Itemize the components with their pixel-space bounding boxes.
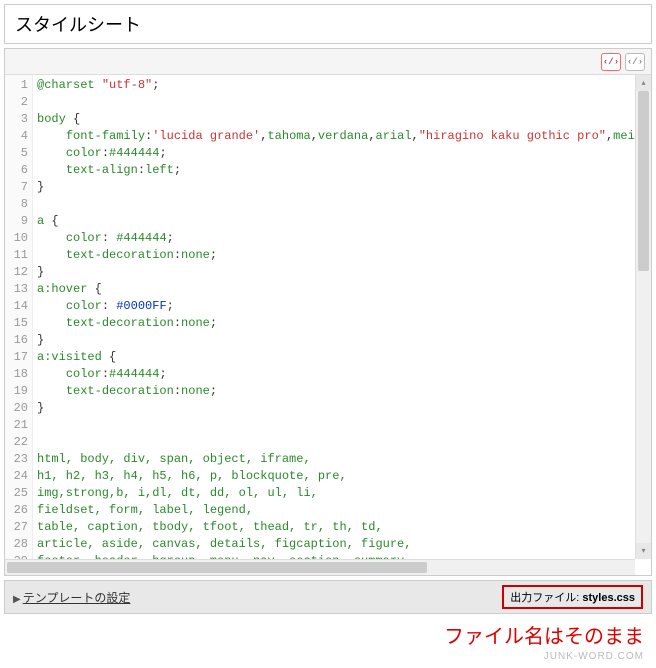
code-line[interactable]: fieldset, form, label, legend, xyxy=(37,502,647,519)
line-number: 18 xyxy=(5,366,28,383)
code-line[interactable] xyxy=(37,196,647,213)
code-body[interactable]: @charset "utf-8"; body { font-family:'lu… xyxy=(33,75,651,575)
code-line[interactable]: h1, h2, h3, h4, h5, h6, p, blockquote, p… xyxy=(37,468,647,485)
template-settings-link[interactable]: ▶テンプレートの設定 xyxy=(13,589,130,606)
code-line[interactable]: table, caption, tbody, tfoot, thead, tr,… xyxy=(37,519,647,536)
line-number: 5 xyxy=(5,145,28,162)
template-settings-anchor[interactable]: テンプレートの設定 xyxy=(23,591,131,605)
line-number: 1 xyxy=(5,77,28,94)
line-number: 22 xyxy=(5,434,28,451)
code-line[interactable]: text-decoration:none; xyxy=(37,383,647,400)
editor-toolbar: ‹/› ‹/› xyxy=(5,49,651,75)
code-line[interactable]: @charset "utf-8"; xyxy=(37,77,647,94)
code-line[interactable]: color: #0000FF; xyxy=(37,298,647,315)
code-line[interactable]: a:hover { xyxy=(37,281,647,298)
line-number: 6 xyxy=(5,162,28,179)
code-line[interactable]: text-decoration:none; xyxy=(37,247,647,264)
scroll-thumb-v[interactable] xyxy=(638,91,649,271)
output-file-box: 出力ファイル: styles.css xyxy=(502,585,643,609)
line-number: 11 xyxy=(5,247,28,264)
code-editor[interactable]: 1234567891011121314151617181920212223242… xyxy=(5,75,651,575)
annotation-text: ファイル名はそのまま xyxy=(0,618,656,651)
scroll-down-icon[interactable]: ▾ xyxy=(636,543,651,559)
line-number: 23 xyxy=(5,451,28,468)
line-number: 16 xyxy=(5,332,28,349)
code-line[interactable] xyxy=(37,417,647,434)
code-line[interactable] xyxy=(37,434,647,451)
code-line[interactable]: } xyxy=(37,400,647,417)
page-title: スタイルシート xyxy=(4,4,652,44)
line-number: 4 xyxy=(5,128,28,145)
code-line[interactable]: img,strong,b, i,dl, dt, dd, ol, ul, li, xyxy=(37,485,647,502)
code-line[interactable]: article, aside, canvas, details, figcapt… xyxy=(37,536,647,553)
scroll-up-icon[interactable]: ▴ xyxy=(636,75,651,91)
line-number: 7 xyxy=(5,179,28,196)
line-number-gutter: 1234567891011121314151617181920212223242… xyxy=(5,75,33,575)
code-line[interactable]: a:visited { xyxy=(37,349,647,366)
chevron-right-icon: ▶ xyxy=(13,594,21,605)
line-number: 10 xyxy=(5,230,28,247)
code-line[interactable]: } xyxy=(37,179,647,196)
code-line[interactable] xyxy=(37,94,647,111)
code-view-button-active[interactable]: ‹/› xyxy=(601,53,621,71)
line-number: 2 xyxy=(5,94,28,111)
line-number: 26 xyxy=(5,502,28,519)
editor-frame: ‹/› ‹/› 12345678910111213141516171819202… xyxy=(4,48,652,576)
code-line[interactable]: html, body, div, span, object, iframe, xyxy=(37,451,647,468)
line-number: 27 xyxy=(5,519,28,536)
line-number: 24 xyxy=(5,468,28,485)
output-file-name: styles.css xyxy=(582,592,635,604)
line-number: 21 xyxy=(5,417,28,434)
line-number: 17 xyxy=(5,349,28,366)
code-line[interactable]: color:#444444; xyxy=(37,145,647,162)
code-line[interactable]: } xyxy=(37,332,647,349)
line-number: 12 xyxy=(5,264,28,281)
code-line[interactable]: } xyxy=(37,264,647,281)
line-number: 14 xyxy=(5,298,28,315)
line-number: 8 xyxy=(5,196,28,213)
code-line[interactable]: a { xyxy=(37,213,647,230)
line-number: 13 xyxy=(5,281,28,298)
code-line[interactable]: text-decoration:none; xyxy=(37,315,647,332)
code-line[interactable]: text-align:left; xyxy=(37,162,647,179)
watermark: JUNK-WORD.COM xyxy=(0,651,656,668)
vertical-scrollbar[interactable]: ▴ ▾ xyxy=(635,75,651,559)
output-file-label: 出力ファイル: xyxy=(510,592,579,604)
scroll-thumb-h[interactable] xyxy=(7,562,427,573)
code-line[interactable]: font-family:'lucida grande',tahoma,verda… xyxy=(37,128,647,145)
horizontal-scrollbar[interactable] xyxy=(5,559,635,575)
code-view-button-inactive[interactable]: ‹/› xyxy=(625,53,645,71)
code-line[interactable]: color:#444444; xyxy=(37,366,647,383)
footer-bar: ▶テンプレートの設定 出力ファイル: styles.css xyxy=(4,580,652,614)
line-number: 28 xyxy=(5,536,28,553)
line-number: 9 xyxy=(5,213,28,230)
line-number: 20 xyxy=(5,400,28,417)
line-number: 3 xyxy=(5,111,28,128)
line-number: 19 xyxy=(5,383,28,400)
line-number: 15 xyxy=(5,315,28,332)
code-line[interactable]: body { xyxy=(37,111,647,128)
line-number: 25 xyxy=(5,485,28,502)
code-line[interactable]: color: #444444; xyxy=(37,230,647,247)
